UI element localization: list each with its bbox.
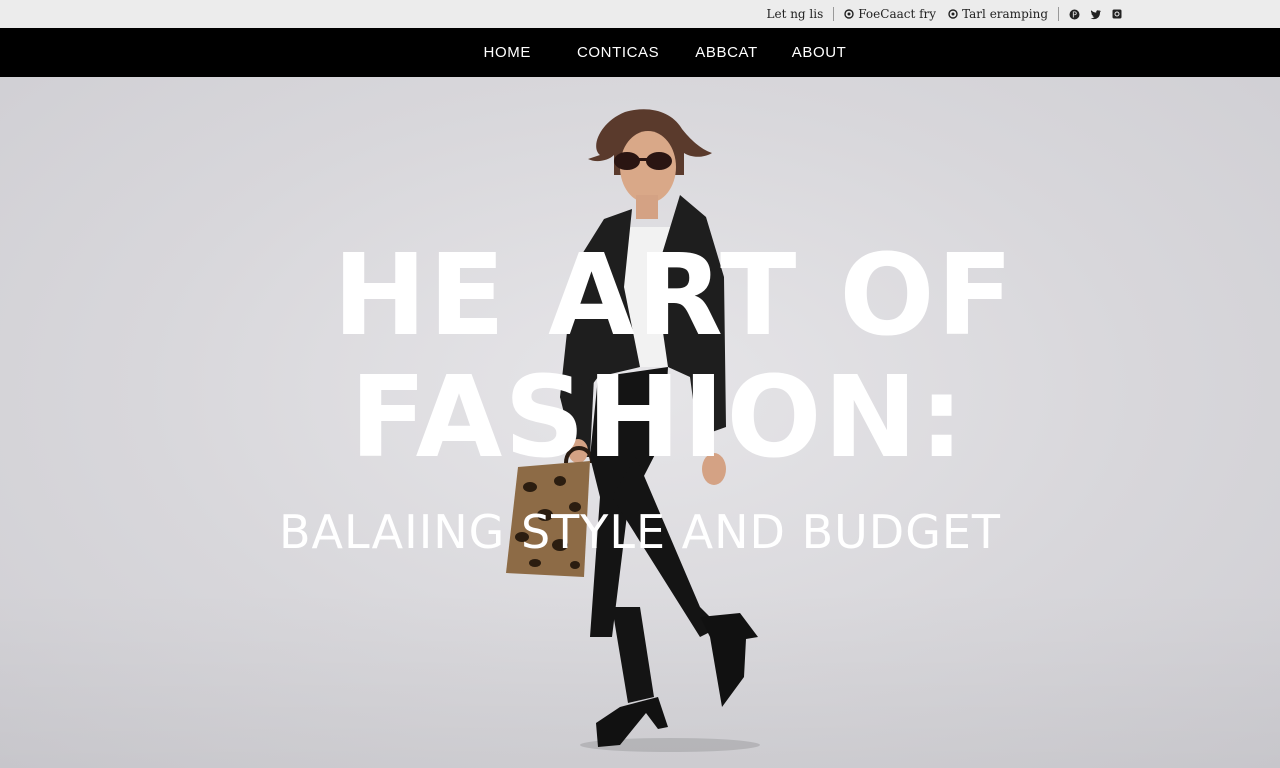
- subheadline: BALAIING STYLE AND BUDGET: [278, 505, 1002, 559]
- utility-bar: Let ng lis FoeCaact fry Tarl eramping P: [0, 0, 1280, 28]
- circle-icon: [844, 9, 854, 19]
- utility-link-2-label: FoeCaact fry: [858, 7, 937, 21]
- pinterest-icon[interactable]: P: [1069, 9, 1080, 20]
- headline-line-2: FASHION:: [349, 353, 967, 483]
- divider: [833, 7, 835, 21]
- main-nav: HOME CONTICAS ABBCAT ABOUT: [0, 28, 1280, 77]
- nav-link-home[interactable]: HOME: [466, 44, 549, 61]
- social-links: P: [1069, 9, 1122, 20]
- nav-link-abbcat[interactable]: ABBCAT: [677, 44, 776, 61]
- utility-link-1[interactable]: Let ng lis: [767, 7, 824, 21]
- circle-icon: [948, 9, 958, 19]
- twitter-icon[interactable]: [1090, 9, 1102, 20]
- utility-link-2[interactable]: FoeCaact fry: [844, 7, 936, 21]
- headline-line-1: HE ART OF: [332, 231, 1016, 361]
- nav-link-conticas[interactable]: CONTICAS: [549, 44, 677, 61]
- nav-links: HOME CONTICAS ABBCAT ABOUT: [416, 44, 865, 61]
- instagram-icon[interactable]: [1112, 9, 1122, 19]
- utility-link-3-label: Tarl eramping: [962, 7, 1048, 21]
- utility-link-3[interactable]: Tarl eramping: [948, 7, 1048, 21]
- divider: [1058, 7, 1059, 21]
- utility-link-1-label: Let ng lis: [766, 7, 824, 21]
- svg-text:P: P: [1072, 10, 1077, 19]
- nav-link-about[interactable]: ABOUT: [776, 44, 865, 61]
- hero-banner: HE ART OF FASHION: BALAIING STYLE AND BU…: [0, 77, 1280, 768]
